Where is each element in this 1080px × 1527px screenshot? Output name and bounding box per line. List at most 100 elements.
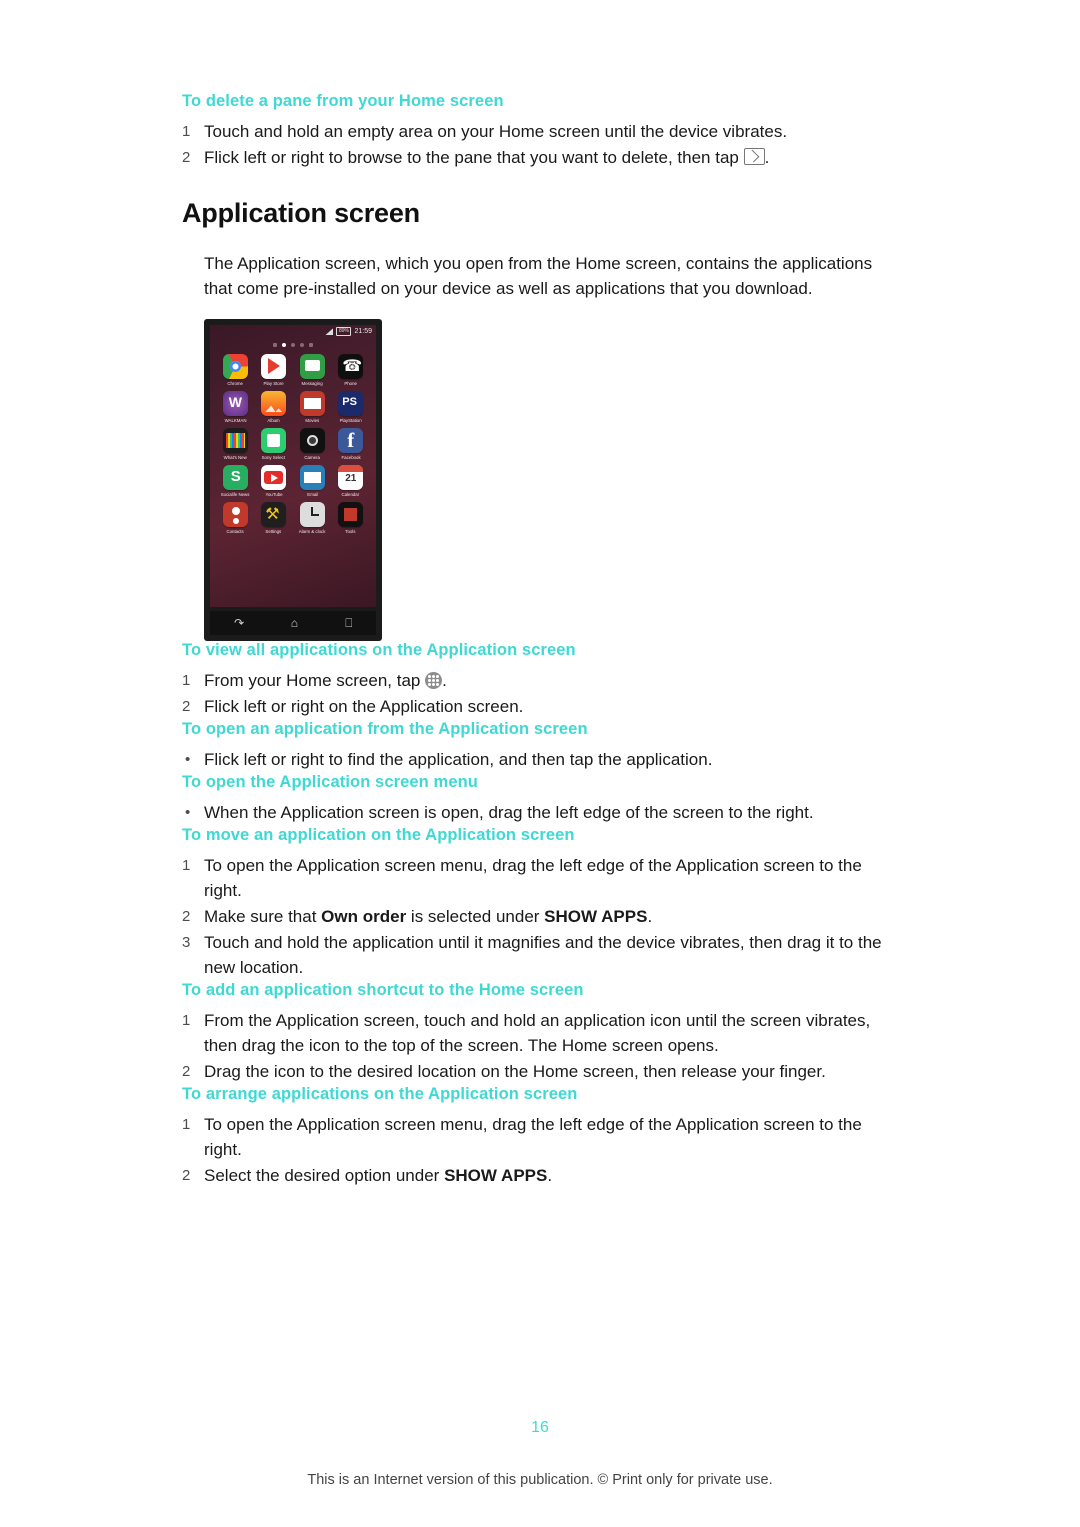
app-label: Email [306, 492, 318, 497]
app-tile: Chrome [216, 354, 255, 386]
section-heading-move-app: To move an application on the Applicatio… [182, 826, 575, 844]
app-tile: Socialife News [216, 465, 255, 497]
bullet-marker: • [185, 804, 191, 821]
step-text: Touch and hold the application until it … [204, 933, 882, 977]
step-text: From your Home screen, tap [204, 671, 426, 690]
app-tile: Settings [255, 502, 294, 534]
status-bar: 89% 21:59 [210, 325, 376, 338]
back-icon: ↶ [233, 616, 244, 630]
app-tile: Messaging [293, 354, 332, 386]
step-number: 2 [182, 698, 191, 715]
app-label: Sony Select [262, 455, 286, 460]
steps-view-all-apps: 1 From your Home screen, tap . 2 Flick l… [182, 668, 900, 719]
app-label: PlayStation [339, 418, 362, 423]
app-label: Contacts [226, 529, 244, 534]
footer-text: This is an Internet version of this publ… [307, 1472, 773, 1488]
app-tile: Phone [332, 354, 371, 386]
calendar-icon [338, 465, 364, 490]
page-dot [273, 343, 277, 347]
chrome-icon [222, 354, 248, 379]
home-icon: ⌂ [290, 616, 299, 630]
app-label: What's New [223, 455, 247, 460]
step-number: 1 [182, 1116, 191, 1133]
step-text: . [547, 1166, 553, 1185]
document-page: To delete a pane from your Home screen 1… [0, 0, 1080, 1527]
app-tile: Email [293, 465, 332, 497]
label-show-apps: SHOW APPS [444, 1166, 548, 1185]
app-label: Movies [305, 418, 320, 423]
list-item: 2 Select the desired option under SHOW A… [182, 1163, 900, 1188]
step-text: Flick left or right to browse to the pan… [204, 148, 744, 167]
app-tile: Play Store [255, 354, 294, 386]
bullets-open-app: • Flick left or right to find the applic… [182, 747, 900, 772]
app-tile: What's New [216, 428, 255, 460]
page-dot [300, 343, 304, 347]
list-item: • When the Application screen is open, d… [182, 800, 900, 825]
list-item: 1 To open the Application screen menu, d… [182, 853, 900, 903]
application-grid: Chrome Play Store Messaging Phone WALKMA… [210, 352, 376, 534]
messaging-icon [299, 354, 325, 379]
settings-icon [261, 502, 287, 527]
email-icon [299, 465, 325, 490]
app-tile: YouTube [255, 465, 294, 497]
list-item: 2 Drag the icon to the desired location … [182, 1059, 900, 1084]
page-number: 16 [531, 1419, 549, 1436]
whats-new-icon [222, 428, 248, 453]
section-heading-arrange-apps: To arrange applications on the Applicati… [182, 1085, 578, 1103]
app-label: WALKMAN [224, 418, 247, 423]
step-number: 1 [182, 123, 191, 140]
step-number: 1 [182, 672, 191, 689]
app-drawer-icon [425, 672, 443, 689]
section-heading-open-app: To open an application from the Applicat… [182, 720, 588, 738]
album-icon [261, 391, 287, 416]
app-tile: Album [255, 391, 294, 423]
app-label: Facebook [341, 455, 361, 460]
battery-icon: 89% [336, 327, 352, 336]
app-tile: Tools [332, 502, 371, 534]
phone-screenshot: 89% 21:59 Chrome Play Store Messaging Ph… [204, 319, 382, 641]
app-tile: WALKMAN [216, 391, 255, 423]
socialife-icon [222, 465, 248, 490]
delete-pane-icon [743, 148, 765, 165]
step-text: . [647, 907, 653, 926]
facebook-icon [338, 428, 364, 453]
step-number: 3 [182, 934, 191, 951]
page-dot [309, 343, 313, 347]
list-item: 2 Make sure that Own order is selected u… [182, 904, 900, 929]
intro-paragraph: The Application screen, which you open f… [204, 254, 873, 298]
section-heading-add-shortcut: To add an application shortcut to the Ho… [182, 981, 584, 999]
steps-move-app: 1 To open the Application screen menu, d… [182, 853, 900, 980]
app-tile: PlayStation [332, 391, 371, 423]
app-label: Alarm & clock [298, 529, 326, 534]
list-item: 2 Flick left or right on the Application… [182, 694, 900, 719]
list-item: 1 From the Application screen, touch and… [182, 1008, 900, 1058]
step-number: 2 [182, 149, 191, 166]
page-title: Application screen [182, 198, 420, 228]
step-number: 1 [182, 857, 191, 874]
recent-apps-icon: ⎕ [345, 616, 353, 630]
tools-icon [338, 502, 364, 527]
page-content: To delete a pane from your Home screen 1… [182, 92, 900, 1189]
phone-screen: 89% 21:59 Chrome Play Store Messaging Ph… [210, 325, 376, 607]
app-tile: Facebook [332, 428, 371, 460]
step-number: 1 [182, 1012, 191, 1029]
app-label: Messaging [301, 381, 323, 386]
alarm-clock-icon [299, 502, 325, 527]
app-label: Album [267, 418, 280, 423]
sony-select-icon [261, 428, 287, 453]
step-text: Flick left or right on the Application s… [204, 697, 524, 716]
phone-icon [338, 354, 364, 379]
bullet-marker: • [185, 751, 191, 768]
page-dot-active [282, 343, 286, 347]
option-own-order: Own order [321, 907, 407, 926]
app-label: Tools [345, 529, 356, 534]
camera-icon [299, 428, 325, 453]
page-indicator [210, 338, 376, 352]
bullets-open-app-menu: • When the Application screen is open, d… [182, 800, 900, 825]
step-number: 2 [182, 1167, 191, 1184]
step-text: is selected under [406, 907, 545, 926]
youtube-icon [261, 465, 287, 490]
list-item: • Flick left or right to find the applic… [182, 747, 900, 772]
step-text: Drag the icon to the desired location on… [204, 1062, 826, 1081]
list-item: 1 To open the Application screen menu, d… [182, 1112, 900, 1162]
